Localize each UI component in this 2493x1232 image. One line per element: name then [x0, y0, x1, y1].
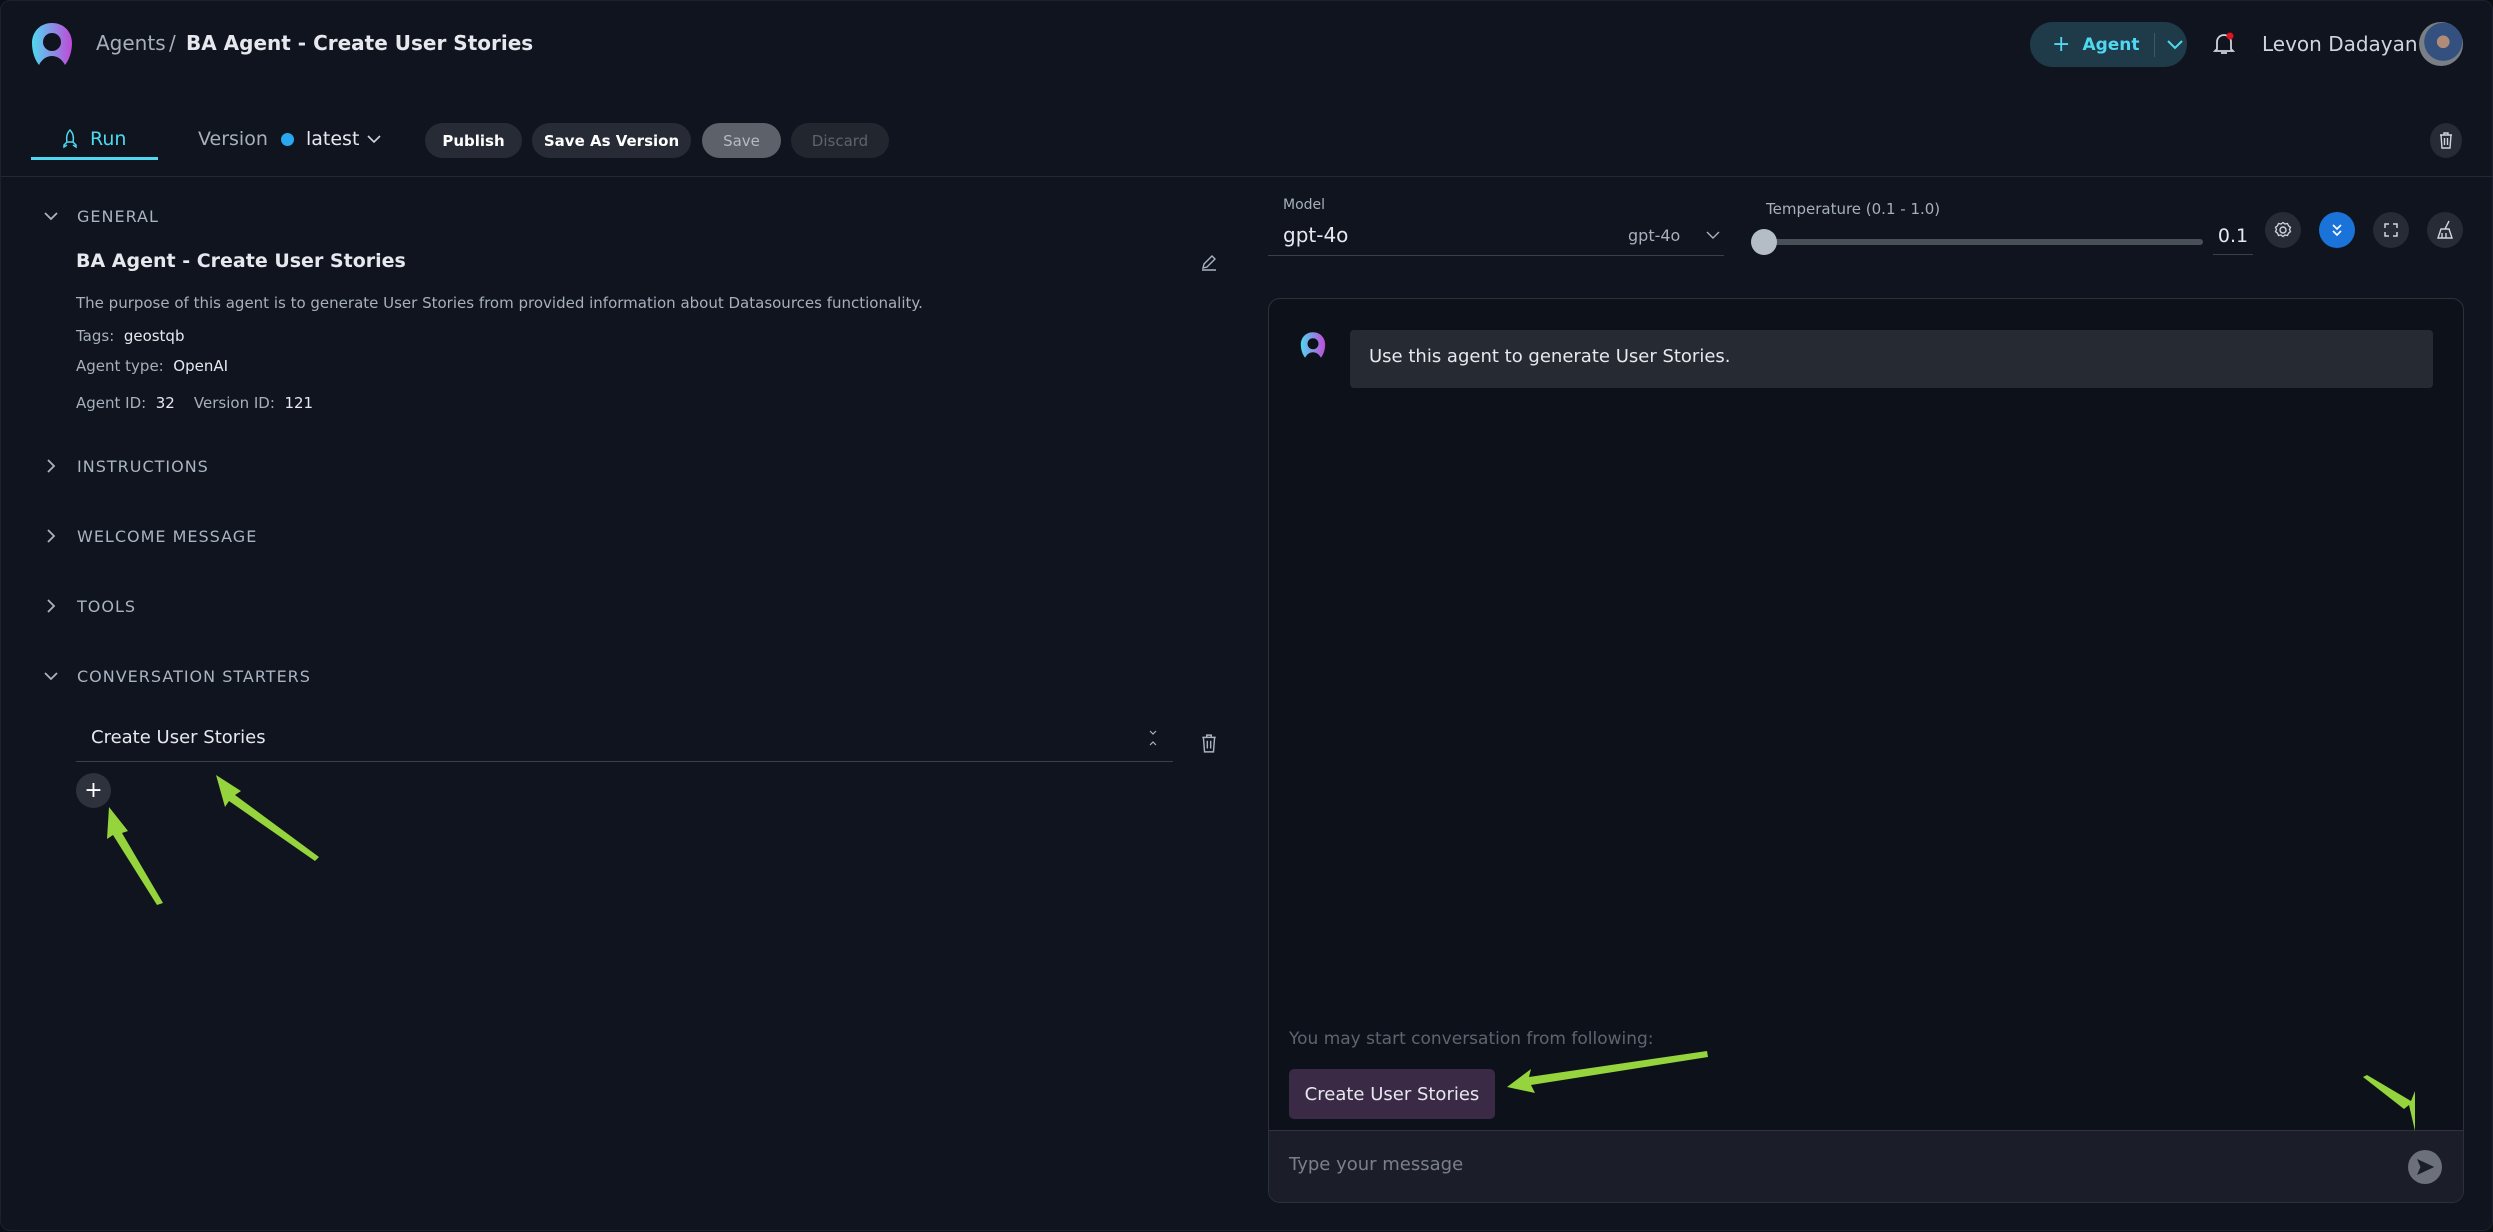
save-as-version-button[interactable]: Save As Version	[532, 123, 691, 158]
chat-panel: Use this agent to generate User Stories.…	[1268, 298, 2464, 1203]
section-conversation-starters[interactable]: CONVERSATION STARTERS	[41, 666, 311, 686]
clear-chat-button[interactable]	[2427, 212, 2463, 248]
model-label: Model	[1283, 197, 1326, 213]
section-general-label: GENERAL	[77, 206, 159, 226]
plus-icon: +	[84, 778, 103, 803]
scroll-down-button[interactable]	[2319, 212, 2355, 248]
chevron-right-icon	[47, 529, 56, 543]
version-status-dot	[281, 133, 294, 146]
add-agent-label: Agent	[2082, 34, 2140, 55]
version-id-value: 121	[284, 394, 314, 412]
temperature-label: Temperature (0.1 - 1.0)	[1766, 200, 1941, 218]
tag-value: geostqb	[123, 327, 185, 345]
welcome-message-bubble: Use this agent to generate User Stories.	[1350, 330, 2433, 388]
section-label: CONVERSATION STARTERS	[77, 666, 311, 686]
agent-ids: Agent ID: 32 Version ID: 121	[76, 394, 313, 412]
save-button[interactable]: Save	[702, 123, 781, 158]
annotation-arrow	[107, 807, 163, 905]
user-avatar[interactable]	[2419, 22, 2463, 66]
message-input-placeholder: Type your message	[1289, 1154, 1464, 1175]
settings-button[interactable]	[2265, 212, 2301, 248]
agent-avatar-icon	[1300, 332, 1326, 358]
add-starter-button[interactable]: +	[76, 773, 111, 808]
app-logo[interactable]	[29, 21, 75, 67]
version-label: Version	[198, 128, 268, 150]
chevron-down-icon	[44, 212, 58, 221]
agent-title: BA Agent - Create User Stories	[76, 250, 406, 272]
bell-icon[interactable]	[2213, 32, 2235, 56]
trash-icon[interactable]	[1201, 734, 1217, 753]
edit-icon[interactable]	[1200, 253, 1218, 271]
starter-input[interactable]: Create User Stories	[76, 719, 1173, 762]
send-button[interactable]	[2408, 1150, 2442, 1184]
section-label: INSTRUCTIONS	[77, 456, 209, 476]
plus-icon: +	[2052, 32, 2071, 57]
app-window: Agents / BA Agent - Create User Stories …	[0, 0, 2493, 1231]
section-label: WELCOME MESSAGE	[77, 526, 258, 546]
section-general[interactable]: GENERAL	[41, 206, 159, 226]
publish-button[interactable]: Publish	[425, 123, 522, 158]
chevron-down-icon[interactable]	[367, 135, 381, 144]
toolbar-divider	[1, 176, 2493, 177]
rocket-icon	[63, 129, 77, 149]
temperature-slider[interactable]	[1763, 239, 2203, 245]
user-name[interactable]: Levon Dadayan	[2262, 32, 2418, 56]
agent-tags: Tags: geostqb	[76, 327, 184, 345]
temperature-slider-thumb[interactable]	[1751, 229, 1777, 255]
agent-id-label: Agent ID:	[76, 394, 147, 412]
agent-id-value: 32	[155, 394, 175, 412]
breadcrumb-agents[interactable]: Agents	[96, 31, 166, 55]
trash-icon	[2440, 132, 2452, 149]
send-icon	[2417, 1159, 2434, 1175]
broom-icon	[2437, 220, 2453, 239]
agent-type: Agent type: OpenAI	[76, 357, 228, 375]
tags-label: Tags:	[76, 327, 115, 345]
agent-description: The purpose of this agent is to generate…	[76, 294, 923, 312]
delete-agent-button[interactable]	[2430, 123, 2462, 158]
breadcrumb-separator: /	[169, 31, 176, 55]
version-id-label: Version ID:	[193, 394, 275, 412]
tab-run[interactable]: Run	[90, 128, 126, 150]
add-agent-button[interactable]: + Agent	[2030, 22, 2187, 67]
starter-chip[interactable]: Create User Stories	[1289, 1069, 1495, 1119]
section-label: TOOLS	[77, 596, 137, 616]
breadcrumb-current: BA Agent - Create User Stories	[186, 31, 534, 55]
message-input[interactable]: Type your message	[1269, 1130, 2463, 1202]
section-tools[interactable]: TOOLS	[41, 596, 136, 616]
annotation-arrow	[216, 775, 319, 861]
gear-icon	[2274, 221, 2292, 238]
resize-icon[interactable]	[1148, 729, 1158, 747]
starters-hint: You may start conversation from followin…	[1289, 1029, 1654, 1049]
starter-input-value: Create User Stories	[91, 727, 266, 748]
temperature-input[interactable]: 0.1	[2213, 221, 2253, 255]
chevron-right-icon	[47, 599, 56, 613]
version-select[interactable]: latest	[306, 128, 359, 150]
chevron-down-icon	[1706, 231, 1720, 239]
section-instructions[interactable]: INSTRUCTIONS	[41, 456, 209, 476]
chevron-down-icon	[44, 672, 58, 681]
section-welcome-message[interactable]: WELCOME MESSAGE	[41, 526, 257, 546]
fullscreen-icon	[2384, 223, 2398, 237]
model-selected: gpt-4o	[1628, 226, 1681, 245]
model-value: gpt-4o	[1283, 223, 1349, 247]
fullscreen-button[interactable]	[2373, 212, 2409, 248]
double-chevron-down-icon	[2332, 224, 2342, 237]
chevron-right-icon	[47, 459, 56, 473]
type-label: Agent type:	[76, 357, 164, 375]
type-value: OpenAI	[173, 357, 229, 375]
tab-run-underline	[31, 157, 158, 160]
chevron-down-icon[interactable]	[2166, 39, 2183, 50]
discard-button[interactable]: Discard	[791, 123, 889, 158]
model-select[interactable]: gpt-4o gpt-4o	[1268, 219, 1724, 256]
